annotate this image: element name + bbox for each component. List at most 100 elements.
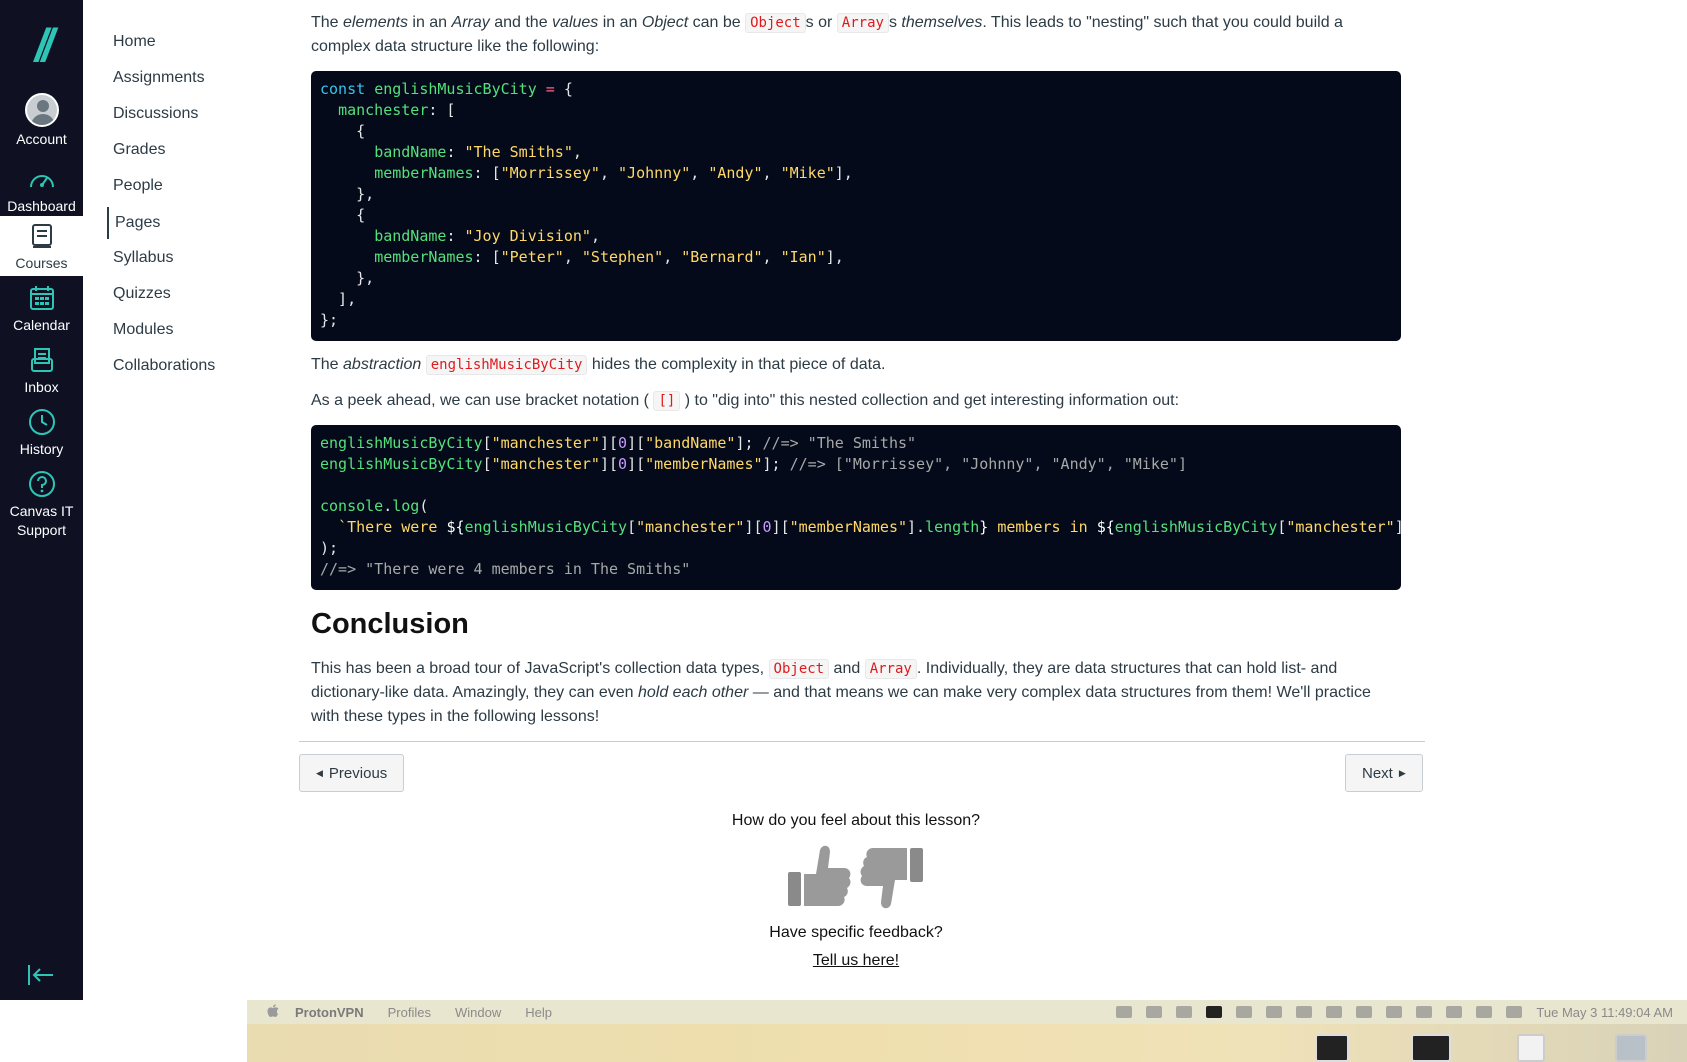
apple-icon[interactable] [267,1003,279,1021]
next-button[interactable]: Next ▶ [1345,754,1423,792]
previous-button[interactable]: ◀ Previous [299,754,405,792]
feedback-question: How do you feel about this lesson? [731,812,981,829]
calendar-icon [28,284,56,312]
menubar-window[interactable]: Window [455,1005,501,1020]
peek-text-2: ) to "dig into" this nested collection a… [680,392,1180,409]
courses-icon [28,222,56,250]
course-nav-pages[interactable]: Pages [107,207,160,239]
desktop-terminal-icon[interactable] [1315,1034,1349,1062]
course-nav-syllabus[interactable]: Syllabus [113,249,173,267]
abstraction-em: abstraction [343,356,422,373]
logo-text: // [34,19,54,71]
menubar-profiles[interactable]: Profiles [388,1005,431,1020]
code-block-nested-data[interactable]: const englishMusicByCity = { manchester:… [311,71,1401,341]
previous-label: Previous [328,764,388,782]
inline-code-array: Array [836,13,889,33]
course-nav-home[interactable]: Home [113,33,156,51]
battery-icon[interactable] [1296,1006,1313,1018]
conclusion-heading: Conclusion [311,608,469,640]
global-nav-dashboard-label: Dashboard [7,198,76,214]
intro-text-2: in an [407,14,452,31]
intro-em-array: Array [451,14,490,31]
abstraction-paragraph: The abstraction englishMusicByCity hides… [311,353,1401,377]
conclusion-em: hold each other [637,684,749,701]
os-menubar: ProtonVPN Profiles Window Help Tue May 3… [247,1000,1687,1024]
course-nav-assignments[interactable]: Assignments [113,69,205,87]
desktop-disk-icon[interactable] [1615,1034,1647,1062]
desktop-document-icon[interactable] [1517,1034,1545,1062]
time-machine-icon[interactable] [1476,1006,1493,1018]
dashboard-icon [28,166,56,193]
global-nav-inbox-label: Inbox [24,379,59,395]
intro-text-3: and the [489,14,553,31]
code-block-bracket-notation[interactable]: englishMusicByCity["manchester"][0]["ban… [311,425,1401,590]
desktop-background [247,1024,1687,1062]
canvas-logo[interactable]: // [0,18,83,72]
desktop-window-icon[interactable] [1411,1034,1451,1062]
spotlight-icon[interactable] [1446,1006,1463,1018]
collapse-arrow-icon [28,965,53,985]
inline-code-object-2: Object [768,659,830,679]
avatar [24,93,59,127]
course-nav-modules[interactable]: Modules [113,321,173,339]
course-nav-collaborations[interactable]: Collaborations [113,357,215,375]
content-divider [299,741,1425,742]
peek-text-1: As a peek ahead, we can use bracket nota… [311,392,654,409]
course-nav-people[interactable]: People [113,177,163,195]
next-label: Next [1362,764,1393,782]
intro-em-object: Object [641,14,689,31]
collapse-nav-button[interactable] [26,962,56,988]
laptop-icon[interactable] [1206,1006,1223,1018]
intro-em-elements: elements [343,14,408,31]
global-nav-calendar[interactable]: Calendar [0,284,83,340]
global-nav: // Account Dashboard Courses Calendar In… [0,0,83,1000]
user-icon[interactable] [1386,1006,1403,1018]
caret-left-icon: ◀ [316,767,323,778]
volume-icon[interactable] [1236,1006,1253,1018]
global-nav-history-label: History [19,441,64,457]
conclusion-paragraph: This has been a broad tour of JavaScript… [311,657,1401,729]
menubar-app-name[interactable]: ProtonVPN [295,1005,364,1020]
global-nav-inbox[interactable]: Inbox [0,346,83,402]
global-nav-help-label: Canvas IT Support [9,503,74,538]
feedback-link[interactable]: Tell us here! [813,952,899,970]
intro-text-1: The [311,14,344,31]
abstraction-text-1: The [311,356,344,373]
flag-icon[interactable] [1356,1006,1373,1018]
course-nav-quizzes[interactable]: Quizzes [113,285,171,303]
menubar-clock[interactable]: Tue May 3 11:49:04 AM [1536,1005,1673,1020]
abstraction-text-2: hides the complexity in that piece of da… [587,356,886,373]
control-center-icon[interactable] [1506,1006,1523,1018]
inline-code-array-2: Array [864,659,917,679]
global-nav-help[interactable]: Canvas IT Support [0,470,83,540]
thumbs-up-icon[interactable] [788,845,851,906]
intro-em-themselves: themselves [901,14,983,31]
bluetooth-icon[interactable] [1266,1006,1283,1018]
peek-paragraph: As a peek ahead, we can use bracket nota… [311,389,1401,413]
course-nav-discussions[interactable]: Discussions [113,105,198,123]
menubar-status-area: Tue May 3 11:49:04 AM [1116,1000,1673,1024]
status-icon-1[interactable] [1116,1006,1133,1018]
wifi-icon[interactable] [1326,1006,1343,1018]
conclusion-text-2: and [829,660,865,677]
intro-text-7: s [888,14,902,31]
course-nav-grades[interactable]: Grades [113,141,165,159]
status-icon-2[interactable] [1146,1006,1163,1018]
global-nav-account-label: Account [16,131,67,147]
inline-code-object: Object [745,13,806,33]
status-icon-3[interactable] [1176,1006,1193,1018]
thumbs-down-icon[interactable] [860,848,923,909]
keyboard-icon[interactable] [1416,1006,1433,1018]
intro-em-values: values [552,14,599,31]
menubar-help[interactable]: Help [525,1005,552,1020]
global-nav-dashboard[interactable]: Dashboard [0,160,83,216]
intro-text-4: in an [598,14,642,31]
intro-text-6: s or [805,14,837,31]
global-nav-calendar-label: Calendar [13,317,70,333]
conclusion-text-1: This has been a broad tour of JavaScript… [311,660,769,677]
inline-code-brackets: [] [653,391,681,411]
global-nav-account[interactable]: Account [0,92,83,152]
lesson-feedback: How do you feel about this lesson? Have … [311,812,1401,970]
global-nav-history[interactable]: History [0,408,83,464]
global-nav-courses[interactable]: Courses [0,216,83,276]
